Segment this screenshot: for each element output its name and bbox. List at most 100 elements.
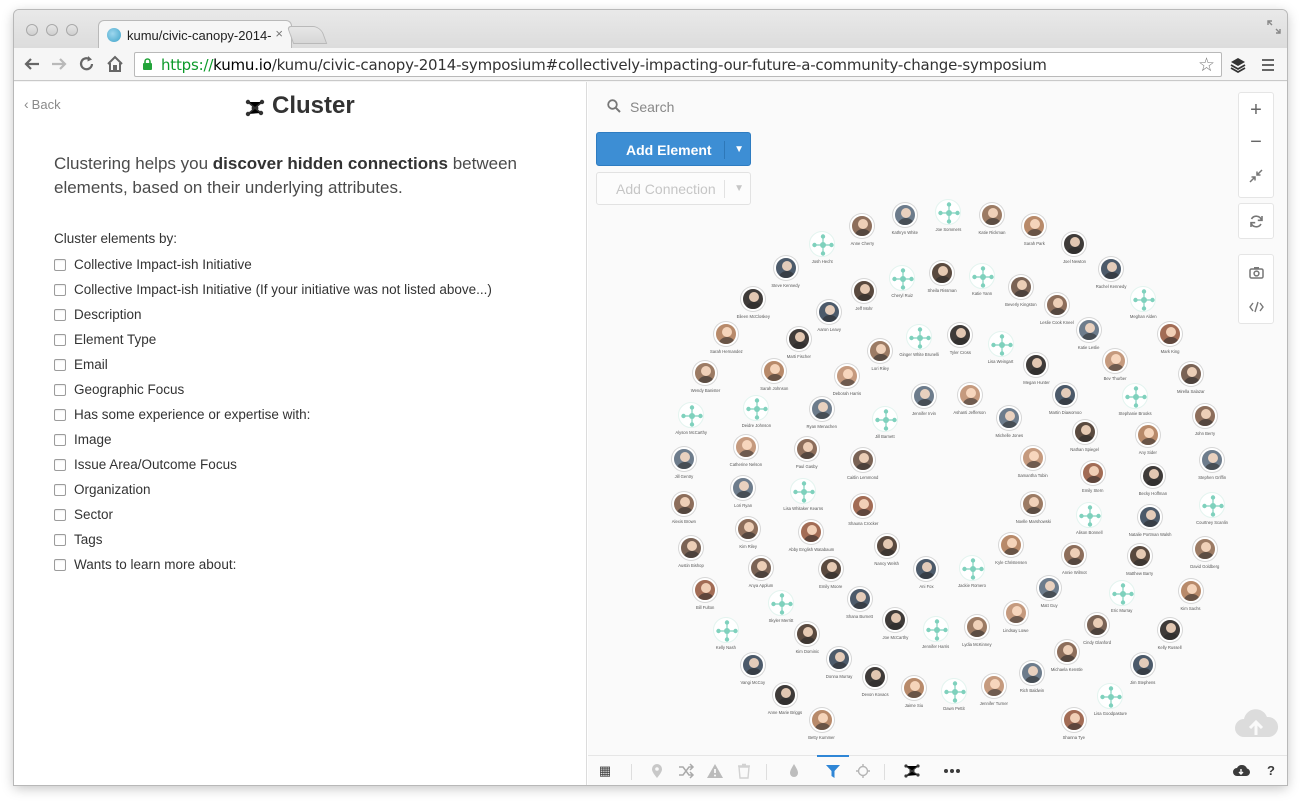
person-node[interactable] — [981, 673, 1006, 698]
person-node[interactable] — [809, 397, 834, 422]
cluster-option[interactable]: Email — [54, 352, 492, 377]
checkbox[interactable] — [54, 483, 66, 496]
fullscreen-icon[interactable] — [1267, 20, 1281, 34]
person-node[interactable] — [693, 578, 718, 603]
network-node-icon[interactable] — [987, 331, 1014, 358]
network-node-icon[interactable] — [959, 555, 985, 582]
person-node[interactable] — [1020, 445, 1045, 470]
person-node[interactable] — [834, 363, 859, 388]
help-icon[interactable]: ? — [1262, 763, 1280, 779]
add-element-button[interactable]: Add Element ▼ — [596, 132, 751, 166]
person-node[interactable] — [1192, 536, 1217, 561]
person-node[interactable] — [748, 555, 773, 580]
cluster-option[interactable]: Description — [54, 302, 492, 327]
person-node[interactable] — [733, 435, 758, 460]
layers-extension-icon[interactable] — [1229, 56, 1247, 74]
person-node[interactable] — [786, 326, 811, 351]
network-node-icon[interactable] — [743, 394, 770, 421]
person-node[interactable] — [847, 587, 872, 612]
person-node[interactable] — [1158, 322, 1183, 347]
person-node[interactable] — [852, 279, 877, 304]
cluster-option[interactable]: Issue Area/Outcome Focus — [54, 452, 492, 477]
person-node[interactable] — [762, 358, 787, 383]
person-node[interactable] — [736, 516, 761, 541]
person-node[interactable] — [1127, 544, 1152, 569]
person-node[interactable] — [863, 665, 888, 690]
checkbox[interactable] — [54, 383, 66, 396]
bookmark-star-icon[interactable]: ☆ — [1198, 54, 1215, 77]
add-connection-button[interactable]: Add Connection ▼ — [596, 172, 751, 205]
checkbox[interactable] — [54, 358, 66, 371]
network-node-icon[interactable] — [969, 262, 996, 289]
map-search-input[interactable] — [630, 96, 930, 118]
person-node[interactable] — [1003, 600, 1028, 625]
person-node[interactable] — [999, 532, 1024, 557]
map-pin-icon[interactable] — [648, 763, 666, 779]
person-node[interactable] — [1080, 461, 1105, 486]
checkbox[interactable] — [54, 433, 66, 446]
menu-icon[interactable] — [1261, 58, 1275, 72]
person-node[interactable] — [1192, 404, 1217, 429]
cluster-option[interactable]: Wants to learn more about: — [54, 552, 492, 577]
person-node[interactable] — [1037, 576, 1062, 600]
cluster-option[interactable]: Element Type — [54, 327, 492, 352]
network-node-icon[interactable] — [1076, 502, 1103, 529]
person-node[interactable] — [883, 607, 908, 632]
cluster-tool-icon[interactable] — [903, 763, 921, 779]
checkbox[interactable] — [54, 258, 66, 271]
person-node[interactable] — [874, 534, 899, 559]
color-drop-icon[interactable] — [785, 763, 803, 779]
person-node[interactable] — [799, 519, 824, 544]
person-node[interactable] — [809, 707, 834, 732]
filter-icon[interactable] — [824, 763, 842, 779]
person-node[interactable] — [1072, 420, 1097, 445]
person-node[interactable] — [773, 256, 798, 281]
checkbox[interactable] — [54, 508, 66, 521]
person-node[interactable] — [1130, 653, 1155, 678]
cluster-option[interactable]: Collective Impact-ish Initiative (If you… — [54, 277, 492, 302]
person-node[interactable] — [930, 260, 954, 285]
reload-icon[interactable] — [78, 55, 98, 73]
browser-tab[interactable]: kumu/civic-canopy-2014- × — [98, 20, 292, 49]
checkbox[interactable] — [54, 408, 66, 421]
person-node[interactable] — [1061, 707, 1086, 732]
person-node[interactable] — [868, 339, 893, 364]
shuffle-icon[interactable] — [677, 763, 695, 779]
cluster-option[interactable]: Organization — [54, 477, 492, 502]
zoom-window-button[interactable] — [66, 24, 78, 36]
address-bar[interactable]: https://kumu.io/kumu/civic-canopy-2014-s… — [134, 52, 1222, 77]
person-node[interactable] — [1053, 383, 1078, 407]
camera-icon[interactable] — [1249, 266, 1264, 279]
person-node[interactable] — [1157, 618, 1182, 643]
person-node[interactable] — [892, 203, 917, 228]
person-node[interactable] — [693, 361, 718, 386]
person-node[interactable] — [1140, 463, 1165, 488]
cluster-option[interactable]: Image — [54, 427, 492, 452]
person-node[interactable] — [772, 683, 797, 708]
person-node[interactable] — [1099, 256, 1124, 281]
person-node[interactable] — [1085, 613, 1110, 638]
network-node-icon[interactable] — [935, 198, 962, 225]
focus-crosshair-icon[interactable] — [854, 763, 872, 779]
person-node[interactable] — [679, 535, 703, 560]
caret-down-icon[interactable]: ▼ — [724, 141, 744, 159]
cluster-option[interactable]: Tags — [54, 527, 492, 552]
person-node[interactable] — [740, 652, 765, 677]
person-node[interactable] — [980, 203, 1004, 228]
person-node[interactable] — [911, 383, 936, 408]
network-node-icon[interactable] — [1130, 286, 1157, 313]
trash-icon[interactable] — [735, 763, 753, 779]
network-node-icon[interactable] — [1097, 682, 1124, 709]
person-node[interactable] — [1178, 578, 1203, 603]
zoom-out-icon[interactable]: − — [1239, 125, 1273, 159]
person-node[interactable] — [964, 614, 989, 639]
checkbox[interactable] — [54, 308, 66, 321]
network-node-icon[interactable] — [1122, 383, 1149, 410]
map-canvas[interactable]: Add Element ▼ Add Connection ▼ Anne Cher… — [588, 82, 1287, 785]
person-node[interactable] — [1022, 214, 1047, 239]
person-node[interactable] — [1076, 317, 1101, 342]
person-node[interactable] — [741, 286, 766, 311]
person-node[interactable] — [1019, 660, 1044, 685]
warning-icon[interactable] — [706, 763, 724, 779]
close-window-button[interactable] — [26, 24, 38, 36]
